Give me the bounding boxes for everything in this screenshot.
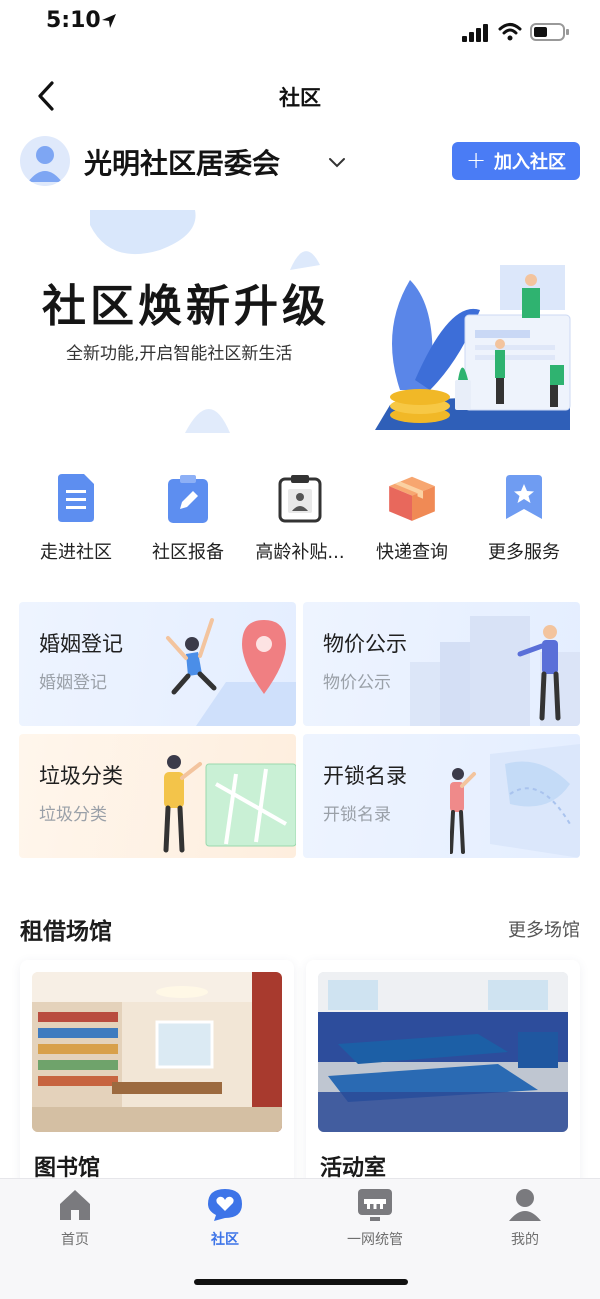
service-label: 更多服务	[488, 542, 560, 563]
card-subtitle: 开锁名录	[323, 805, 391, 825]
venue-list: 图书馆 活动室	[20, 960, 580, 1190]
activity-room-photo	[318, 972, 568, 1132]
tab-profile[interactable]: 我的	[475, 1187, 575, 1249]
senior-clipboard-icon	[274, 472, 326, 524]
tab-unified-management[interactable]: 一网统管	[325, 1187, 425, 1249]
card-title: 开锁名录	[323, 764, 407, 788]
card-subtitle: 婚姻登记	[39, 673, 107, 693]
package-icon	[386, 472, 438, 524]
status-bar: 5:10	[0, 0, 600, 56]
card-garbage-sorting[interactable]: 垃圾分类 垃圾分类	[19, 734, 296, 858]
service-label: 走进社区	[40, 542, 112, 563]
venue-card-library[interactable]: 图书馆	[20, 960, 294, 1190]
marriage-illustration	[166, 618, 296, 726]
card-price-disclosure[interactable]: 物价公示 物价公示	[303, 602, 580, 726]
tab-home[interactable]: 首页	[25, 1187, 125, 1249]
venue-card-activity-room[interactable]: 活动室	[306, 960, 580, 1190]
price-disclosure-illustration	[410, 616, 580, 726]
location-arrow-icon	[100, 12, 118, 34]
locksmith-illustration	[450, 744, 580, 858]
battery-icon	[530, 22, 570, 46]
join-community-label: 加入社区	[494, 152, 567, 173]
card-locksmith-directory[interactable]: 开锁名录 开锁名录	[303, 734, 580, 858]
community-name[interactable]: 光明社区居委会	[84, 142, 280, 182]
smart-community-illustration	[375, 265, 571, 430]
card-title: 物价公示	[323, 632, 407, 656]
card-marriage-registration[interactable]: 婚姻登记 婚姻登记	[19, 602, 296, 726]
user-icon	[509, 1189, 541, 1221]
library-photo	[32, 972, 282, 1132]
edit-clipboard-icon	[162, 472, 214, 524]
garbage-sorting-illustration	[163, 755, 296, 853]
home-indicator	[194, 1279, 408, 1285]
banner-subtitle: 全新功能,开启智能社区新生活	[66, 344, 293, 364]
service-cards-grid: 婚姻登记 婚姻登记 物价公示 物价公示 垃圾分类 垃圾分类 开锁名录 开锁名录	[19, 602, 581, 860]
card-title: 垃圾分类	[39, 764, 123, 788]
user-avatar-icon	[28, 146, 62, 182]
service-label: 高龄补贴...	[255, 542, 345, 563]
status-time: 5:10	[46, 8, 101, 33]
service-item-senior-subsidy[interactable]: 高龄补贴...	[244, 472, 356, 572]
cellular-signal-icon	[462, 24, 490, 46]
tab-label: 一网统管	[347, 1232, 403, 1248]
service-item-community-intro[interactable]: 走进社区	[20, 472, 132, 572]
venues-section-header: 租借场馆 更多场馆	[20, 910, 580, 946]
heart-chat-icon	[208, 1189, 242, 1221]
promo-banner[interactable]: 社区焕新升级 全新功能,开启智能社区新生活	[20, 205, 580, 440]
service-label: 社区报备	[152, 542, 224, 563]
page-title: 社区	[279, 86, 321, 110]
wifi-icon	[498, 22, 522, 46]
card-subtitle: 物价公示	[323, 673, 391, 693]
tab-label: 我的	[511, 1232, 539, 1248]
card-subtitle: 垃圾分类	[39, 805, 107, 825]
document-icon	[50, 472, 102, 524]
star-bookmark-icon	[498, 472, 550, 524]
service-item-express-query[interactable]: 快递查询	[356, 472, 468, 572]
more-venues-link[interactable]: 更多场馆	[508, 916, 580, 942]
nav-bar: 社区	[0, 60, 600, 132]
service-item-more-services[interactable]: 更多服务	[468, 472, 580, 572]
tab-community[interactable]: 社区	[175, 1187, 275, 1249]
tab-label: 首页	[61, 1232, 89, 1248]
service-item-report[interactable]: 社区报备	[132, 472, 244, 572]
section-title: 租借场馆	[20, 919, 112, 945]
quick-services: 走进社区 社区报备 高龄补贴... 快递查询 更多服务	[20, 472, 580, 572]
home-icon	[60, 1190, 90, 1220]
join-community-button[interactable]: + 加入社区	[452, 142, 580, 180]
community-header: 光明社区居委会 + 加入社区	[0, 136, 600, 190]
card-title: 婚姻登记	[39, 632, 123, 656]
avatar[interactable]	[20, 136, 70, 186]
monitor-icon	[358, 1189, 392, 1221]
banner-title: 社区焕新升级	[42, 281, 330, 332]
bottom-tab-bar: 首页 社区 一网统管 我的	[0, 1178, 600, 1299]
plus-icon: +	[465, 146, 487, 174]
chevron-down-icon[interactable]	[328, 154, 346, 173]
tab-label: 社区	[211, 1232, 239, 1248]
service-label: 快递查询	[376, 542, 448, 563]
